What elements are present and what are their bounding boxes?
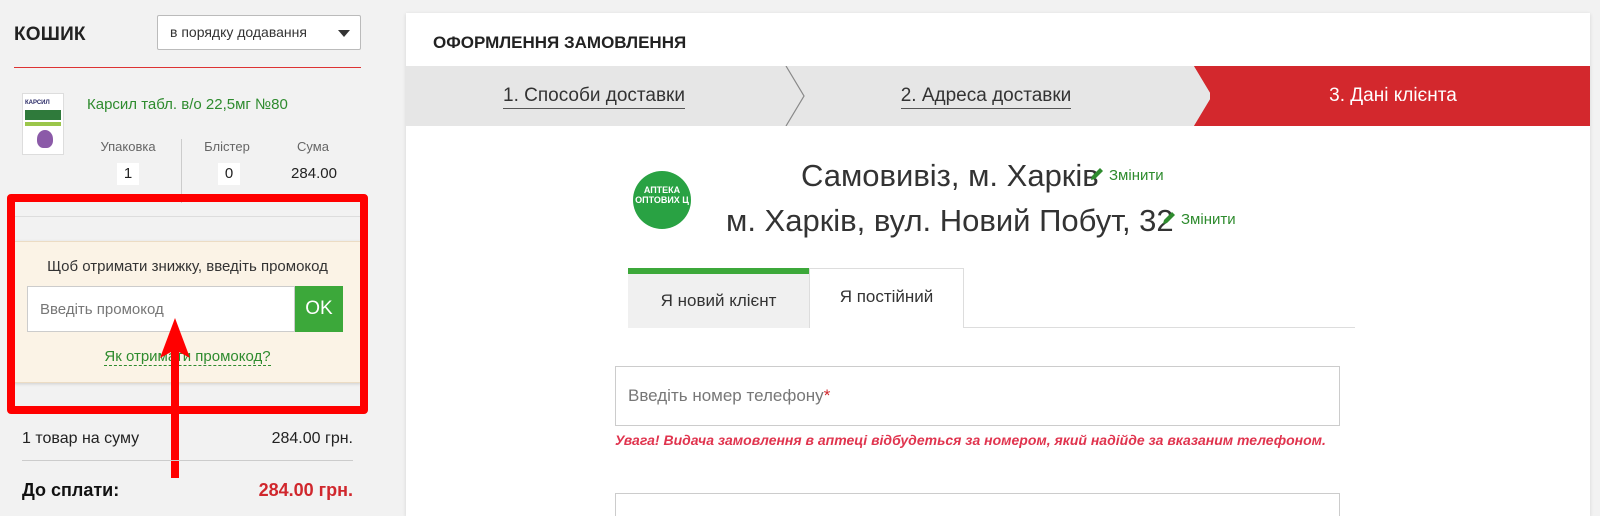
edit-address-link[interactable]: Змінити	[1161, 210, 1236, 228]
col-head-sum: Сума	[297, 139, 329, 154]
promo-help-link[interactable]: Як отримати промокод?	[15, 348, 360, 366]
pencil-icon	[1163, 212, 1175, 224]
promo-text: Щоб отримати знижку, введіть промокод	[47, 258, 328, 275]
product-image[interactable]: КАРСИЛ	[22, 93, 64, 155]
promo-help-link-text: Як отримати промокод?	[104, 348, 271, 366]
pencil-icon	[1091, 168, 1103, 180]
promo-box: Щоб отримати знижку, введіть промокод OK…	[14, 241, 361, 383]
summary-value: 284.00 грн.	[271, 430, 353, 447]
client-tabs: Я новий клієнт Я постійний	[628, 268, 1355, 328]
col-head-pack: Упаковка	[100, 139, 156, 154]
product-image-label: КАРСИЛ	[25, 100, 50, 106]
phone-placeholder: Введіть номер телефону	[628, 386, 824, 405]
summary-label: 1 товар на суму	[22, 430, 140, 447]
promo-ok-button[interactable]: OK	[295, 286, 343, 332]
cart-title: КОШИК	[14, 24, 86, 45]
step-delivery-address[interactable]: 2. Адреса доставки	[796, 66, 1176, 126]
sort-select-value: в порядку додавання	[170, 24, 307, 40]
sort-select[interactable]: в порядку додавання	[157, 15, 361, 50]
page: КОШИК в порядку додавання КАРСИЛ Карсил …	[0, 0, 1600, 516]
checkout-title: ОФОРМЛЕННЯ ЗАМОВЛЕННЯ	[433, 33, 687, 52]
item-sum: 284.00	[291, 165, 337, 182]
edit-label: Змінити	[1181, 211, 1236, 228]
tab-regular-client[interactable]: Я постійний	[809, 268, 964, 328]
step-label: 2. Адреса доставки	[900, 85, 1072, 109]
step-client-data[interactable]: 3. Дані клієнта	[1196, 66, 1590, 126]
chevron-down-icon	[338, 30, 350, 37]
col-head-blister: Блістер	[204, 139, 250, 154]
step-label: 3. Дані клієнта	[1329, 85, 1457, 106]
product-name-link[interactable]: Карсил табл. в/о 22,5мг №80	[87, 96, 288, 113]
required-mark: *	[823, 386, 831, 405]
cart-divider	[14, 67, 361, 68]
qty-blister-input[interactable]: 0	[218, 163, 240, 185]
summary-divider	[22, 460, 353, 461]
next-field[interactable]	[615, 493, 1340, 516]
tab-new-client[interactable]: Я новий клієнт	[628, 268, 809, 328]
step-label: 1. Способи доставки	[503, 85, 685, 109]
cart-panel: КОШИК в порядку додавання КАРСИЛ Карсил …	[0, 0, 372, 516]
edit-label: Змінити	[1109, 167, 1164, 184]
total-label: До сплати:	[22, 480, 120, 500]
promo-input[interactable]	[27, 286, 295, 332]
total-value: 284.00 грн.	[258, 480, 353, 500]
phone-field[interactable]: Введіть номер телефону*	[615, 366, 1340, 426]
step-delivery-method[interactable]: 1. Способи доставки	[406, 66, 782, 126]
qty-pack-input[interactable]: 1	[117, 163, 139, 185]
address-title: м. Харків, вул. Новий Побут, 32	[726, 203, 1174, 238]
checkout-panel: ОФОРМЛЕННЯ ЗАМОВЛЕННЯ 1. Способи доставк…	[406, 13, 1590, 516]
qty-separator	[181, 139, 182, 203]
checkout-steps: 1. Способи доставки 2. Адреса доставки 3…	[406, 66, 1590, 126]
cart-divider-2	[14, 216, 361, 217]
phone-warning: Увага! Видача замовлення в аптеці відбуд…	[615, 432, 1326, 448]
pickup-title: Самовивіз, м. Харків	[801, 158, 1099, 193]
edit-pickup-link[interactable]: Змінити	[1089, 166, 1164, 184]
pharmacy-logo: АПТЕКА ОПТОВИХ Ц	[633, 171, 691, 229]
